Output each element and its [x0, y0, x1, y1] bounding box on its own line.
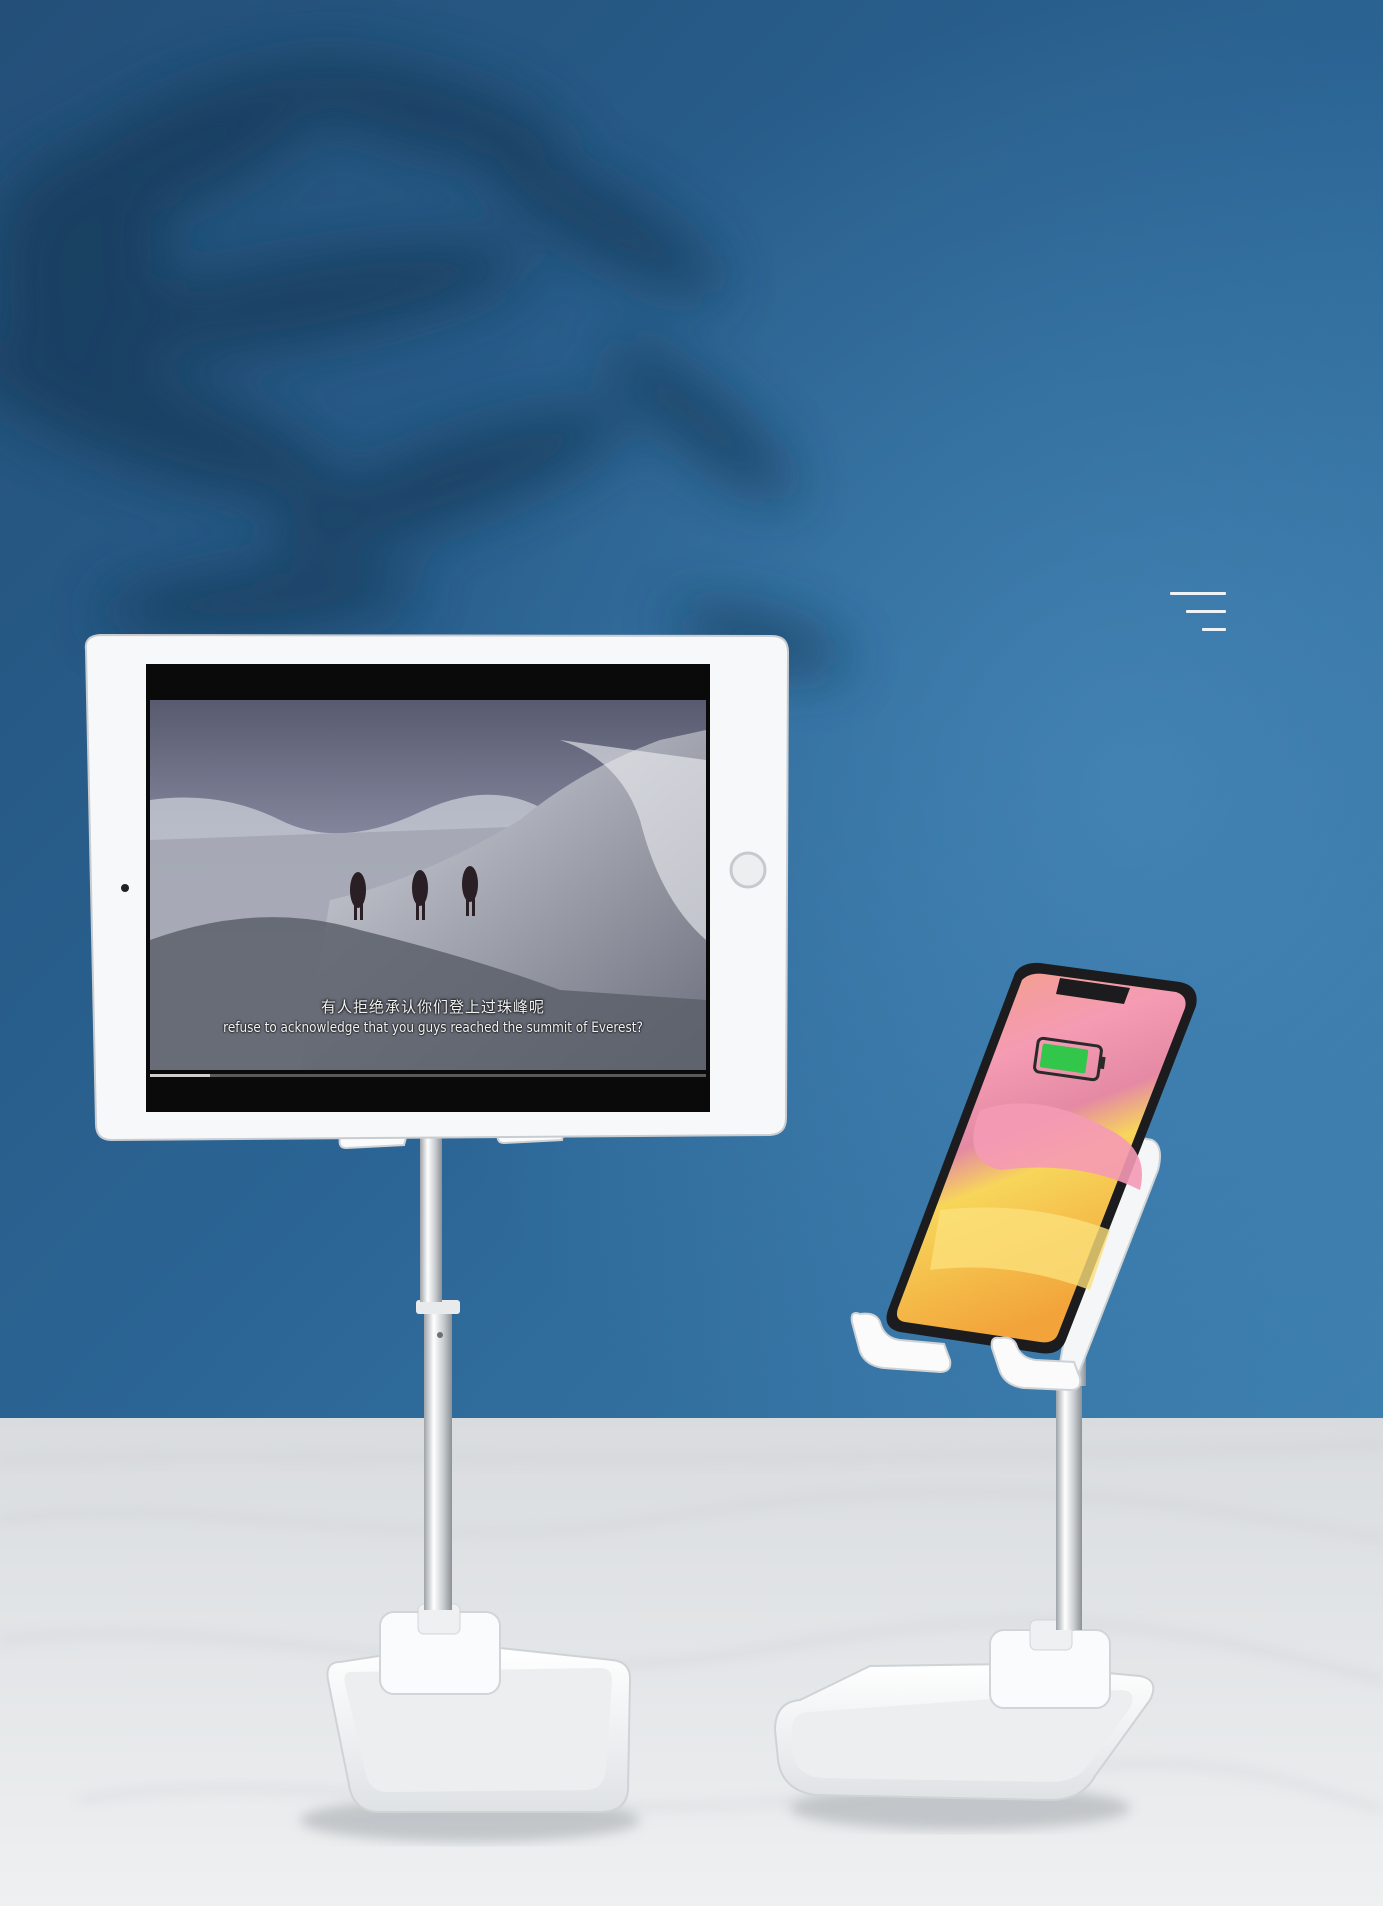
menu-lines-icon[interactable]: [1170, 592, 1226, 632]
menu-line-bottom: [1202, 628, 1226, 631]
menu-line-top: [1170, 592, 1226, 595]
tablet-device: [84, 633, 790, 1142]
subtitle-english: refuse to acknowledge that you guys reac…: [223, 1020, 643, 1036]
marble-table: [0, 1418, 1383, 1906]
menu-line-middle: [1186, 610, 1226, 613]
subtitle-chinese: 有人拒绝承认你们登上过珠峰呢: [320, 998, 545, 1016]
product-photo: [0, 0, 1383, 1906]
